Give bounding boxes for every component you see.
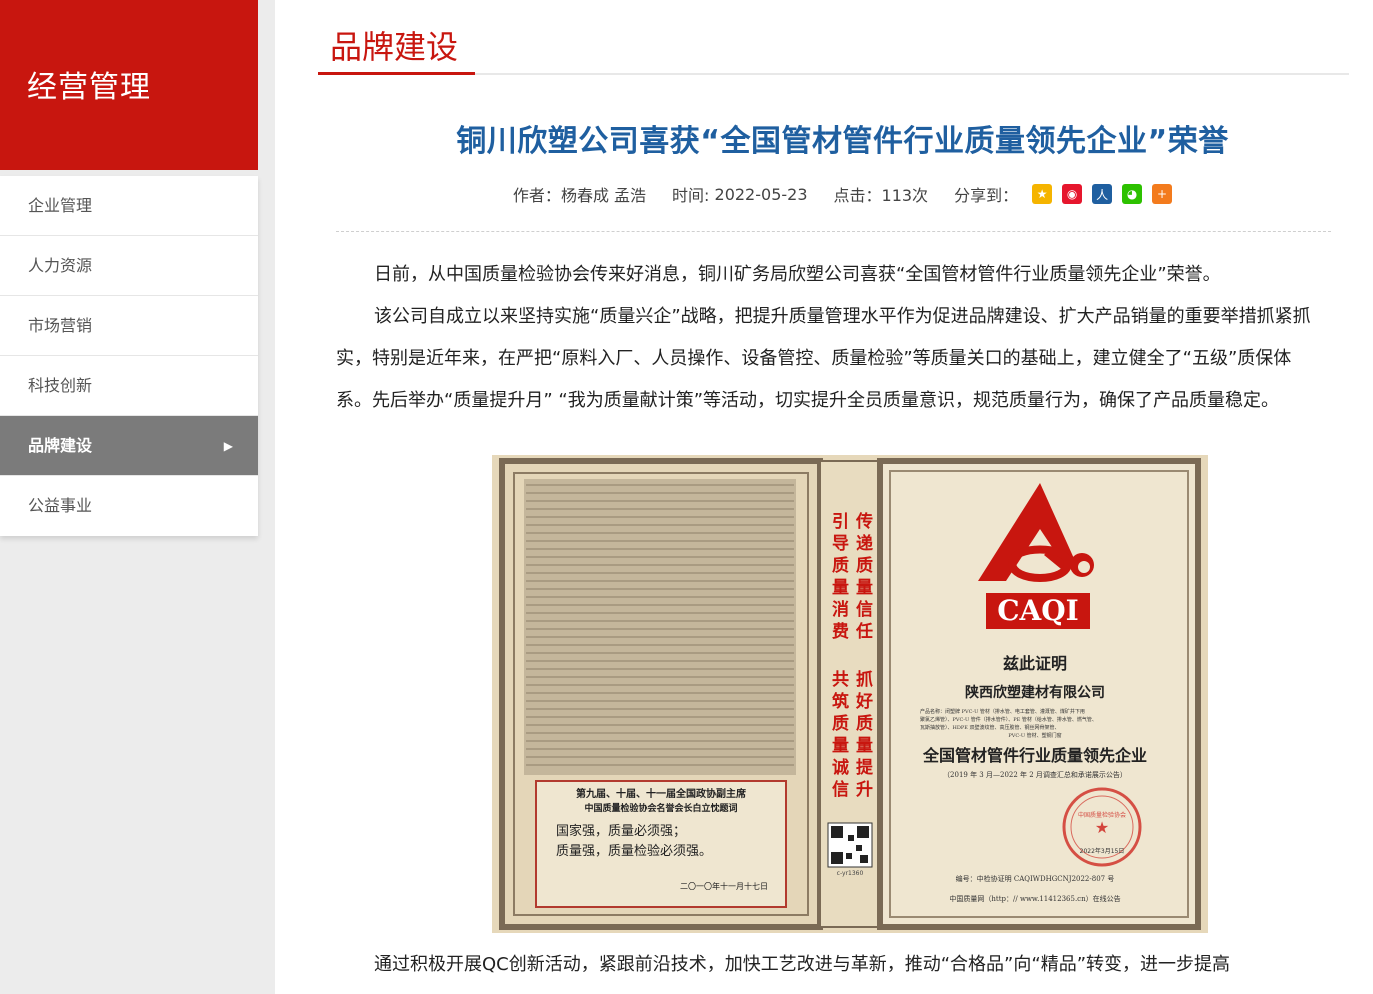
certificate-honor: 全国管材管件行业质量领先企业 bbox=[922, 746, 1147, 765]
sidebar-item-label: 品牌建设 bbox=[28, 436, 93, 455]
sidebar-item-brand-building[interactable]: 品牌建设 ▶ bbox=[0, 416, 258, 476]
qzone-icon[interactable]: ★ bbox=[1032, 184, 1053, 204]
quote-line: 质量强，质量检验必须强。 bbox=[556, 843, 712, 859]
sidebar-item-human-resources[interactable]: 人力资源 bbox=[0, 236, 258, 296]
certificate-product-line: 瓦斯抽放管）、HDPE 双壁波纹管、高压胶管、钢丝网骨架管、 bbox=[920, 724, 1059, 731]
main-content: 品牌建设 铜川欣塑公司喜获“全国管材管件行业质量领先企业”荣誉 作者： 杨春成 … bbox=[318, 0, 1349, 975]
sidebar-item-label: 企业管理 bbox=[28, 196, 93, 215]
section-header: 品牌建设 bbox=[318, 0, 1349, 75]
arrow-right-icon: ▶ bbox=[223, 439, 233, 453]
caqi-logo-text: CAQI bbox=[997, 594, 1079, 627]
author-value: 杨春成 孟浩 bbox=[560, 186, 647, 205]
certificate-product-line: PVC-U 管材、塑钢门窗 bbox=[1008, 732, 1061, 739]
certificate-company: 陕西欣塑建材有限公司 bbox=[965, 684, 1105, 701]
certificate-proof: 兹此证明 bbox=[1003, 654, 1067, 673]
certificate-site: 中国质量网（http：// www.11412365.cn）在线公告 bbox=[949, 894, 1120, 903]
sidebar-item-label: 人力资源 bbox=[28, 256, 93, 275]
renren-icon[interactable]: 人 bbox=[1092, 184, 1113, 204]
wechat-icon[interactable]: ◕ bbox=[1122, 184, 1143, 204]
article-meta: 作者： 杨春成 孟浩 时间: 2022-05-23 点击： 113次 分享到： … bbox=[318, 182, 1349, 206]
quote-header: 中国质量检验协会名誉会长白立忱题词 bbox=[584, 802, 737, 814]
clicks-label: 点击： bbox=[833, 186, 882, 205]
seal-text: 中国质量检验协会 bbox=[1078, 811, 1126, 819]
time-label: 时间: bbox=[672, 186, 715, 205]
sidebar-item-label: 市场营销 bbox=[28, 316, 93, 335]
article-paragraph: 该公司自成立以来坚持实施“质量兴企”战略，把提升质量管理水平作为促进品牌建设、扩… bbox=[336, 306, 1311, 411]
clicks-value: 113次 bbox=[881, 186, 929, 205]
svg-text:★: ★ bbox=[1095, 818, 1109, 837]
certificate-number: 编号：中检协证明 CAQIWDHGCNJ2022-807 号 bbox=[956, 874, 1115, 883]
certificate-product-line: 聚氯乙烯管）、PVC-U 管件（排水管件）、PE 管材（给水管、排水管、燃气管、 bbox=[920, 716, 1097, 723]
section-title: 品牌建设 bbox=[318, 0, 475, 75]
sidebar-item-label: 公益事业 bbox=[28, 496, 93, 515]
more-share-icon[interactable]: + bbox=[1152, 184, 1173, 204]
sidebar-item-label: 科技创新 bbox=[28, 376, 93, 395]
article-paragraph: 通过积极开展QC创新活动，紧跟前沿技术，加快工艺改进与革新，推动“合格品”向“精… bbox=[374, 954, 1231, 975]
article-paragraph: 日前，从中国质量检验协会传来好消息，铜川矿务局欣塑公司喜获“全国管材管件行业质量… bbox=[374, 264, 1221, 285]
qr-code-label: c-yr1360 bbox=[837, 870, 864, 877]
certificate-image: 第九届、十届、十一届全国政协副主席 中国质量检验协会名誉会长白立忱题词 国家强，… bbox=[492, 455, 1208, 933]
weibo-icon[interactable]: ◉ bbox=[1062, 184, 1083, 204]
sidebar-item-tech-innovation[interactable]: 科技创新 bbox=[0, 356, 258, 416]
time-value: 2022-05-23 bbox=[714, 184, 808, 204]
author-label: 作者： bbox=[512, 186, 561, 205]
seal-date: 2022年3月15日 bbox=[1080, 847, 1125, 855]
qr-code bbox=[827, 822, 873, 868]
sidebar: 经营管理 企业管理 人力资源 市场营销 科技创新 品牌建设 ▶ 公益事业 bbox=[0, 0, 258, 536]
sidebar-title: 经营管理 bbox=[0, 0, 258, 170]
share-label: 分享到： bbox=[954, 186, 1019, 205]
article-title: 铜川欣塑公司喜获“全国管材管件行业质量领先企业”荣誉 bbox=[456, 124, 1229, 159]
certificate-product-line: 产品名称：闭塑牌 PVC-U 管材（排水管、电工套管、灌溉管、煤矿井下用 bbox=[920, 708, 1085, 715]
quote-line: 国家强，质量必须强； bbox=[556, 823, 686, 839]
quote-header: 第九届、十届、十一届全国政协副主席 bbox=[576, 787, 746, 800]
share-icons: ★ ◉ 人 ◕ + bbox=[1032, 184, 1173, 204]
sidebar-item-enterprise-management[interactable]: 企业管理 bbox=[0, 176, 258, 236]
sidebar-item-marketing[interactable]: 市场营销 bbox=[0, 296, 258, 356]
article-body: 日前，从中国质量检验协会传来好消息，铜川矿务局欣塑公司喜获“全国管材管件行业质量… bbox=[318, 232, 1349, 422]
certificate-period: （2019 年 3 月—2022 年 2 月调查汇总和承诺展示公告） bbox=[943, 770, 1127, 779]
sidebar-menu: 企业管理 人力资源 市场营销 科技创新 品牌建设 ▶ 公益事业 bbox=[0, 176, 258, 536]
sidebar-item-public-welfare[interactable]: 公益事业 bbox=[0, 476, 258, 536]
quote-date: 二〇一〇年十一月十七日 bbox=[680, 881, 768, 891]
